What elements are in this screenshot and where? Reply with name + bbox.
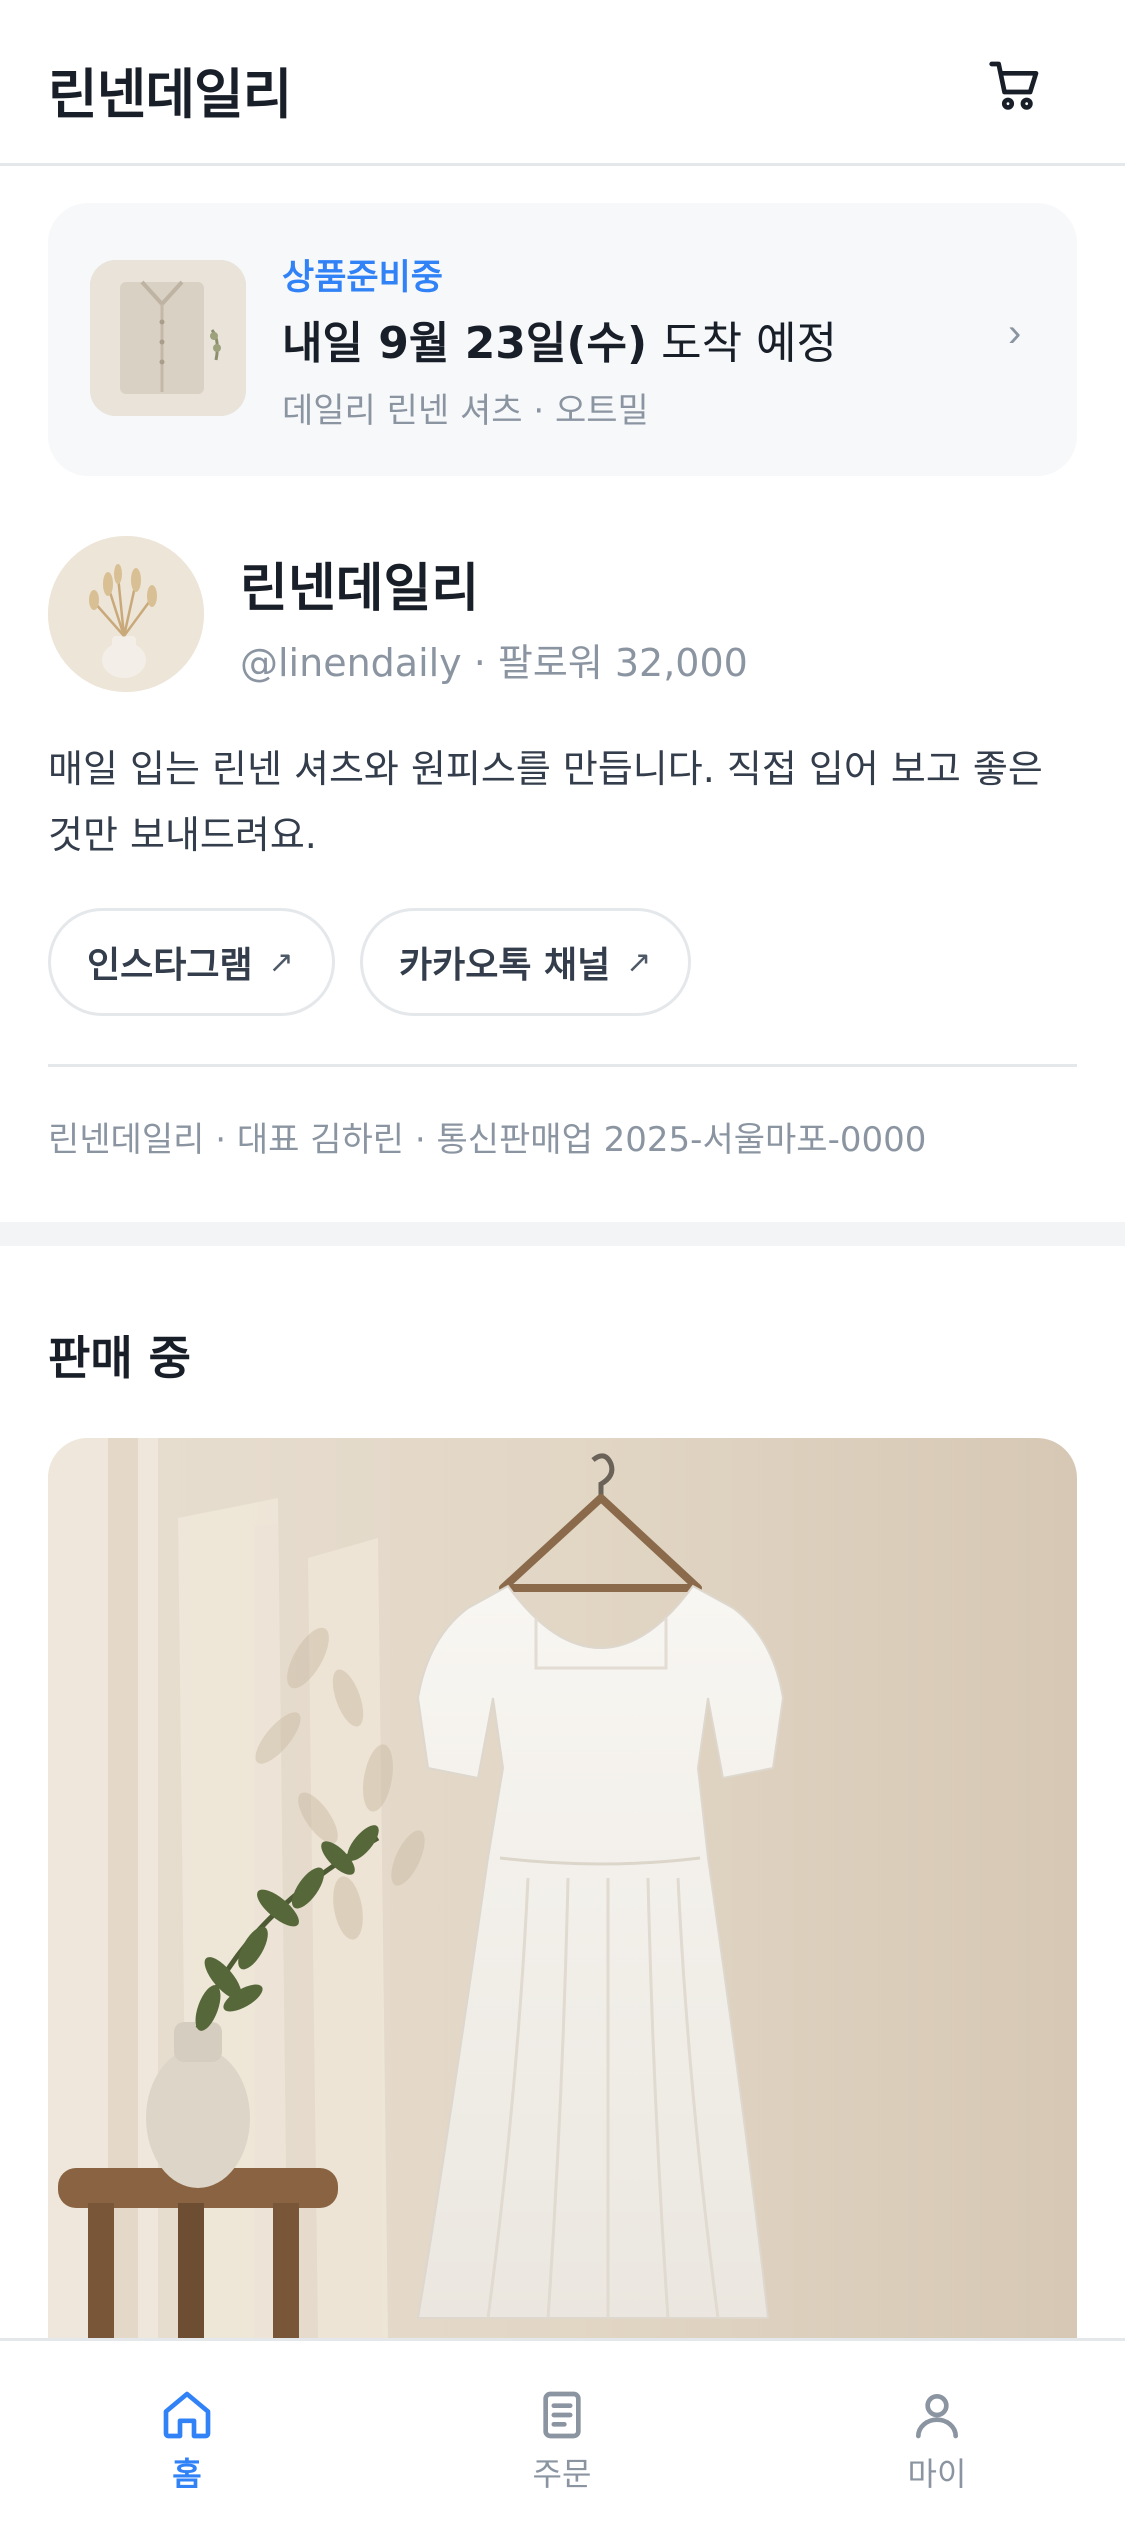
kakao-channel-link-label: 카카오톡 채널 — [399, 945, 611, 986]
delivery-eta-date: 내일 9월 23일(수) — [282, 318, 648, 369]
tab-home-label: 홈 — [172, 2455, 202, 2493]
shop-handle-followers: @linendaily · 팔로워 32,000 — [240, 641, 748, 685]
delivery-item-name: 데일리 린넨 셔츠 · 오트밀 — [282, 391, 649, 431]
delivery-eta: 내일 9월 23일(수) 도착 예정 — [282, 307, 837, 371]
instagram-link-label: 인스타그램 — [87, 945, 253, 986]
cart-button[interactable] — [980, 50, 1050, 120]
shop-name: 린넨데일리 — [240, 559, 480, 619]
tab-home[interactable]: 홈 — [87, 2341, 287, 2493]
business-info: 린넨데일리 · 대표 김하린 · 통신판매업 2025-서울마포-0000 — [48, 1120, 927, 1160]
delivery-product-thumbnail — [90, 260, 246, 416]
instagram-link-button[interactable]: 인스타그램 ↗ — [48, 908, 335, 1016]
delivery-status-card[interactable]: 상품준비중 내일 9월 23일(수) 도착 예정 데일리 린넨 셔츠 · 오트밀… — [48, 203, 1077, 476]
shop-avatar — [48, 536, 204, 692]
section-separator — [0, 1222, 1125, 1246]
cart-icon — [989, 61, 1039, 110]
product-image[interactable] — [48, 1438, 1077, 2338]
external-link-icon: ↗ — [268, 944, 294, 980]
order-status-label: 상품준비중 — [282, 258, 444, 298]
divider — [48, 1064, 1077, 1067]
document-icon — [532, 2387, 592, 2443]
chevron-right-icon: › — [1008, 311, 1022, 355]
app-title: 린넨데일리 — [48, 63, 292, 126]
shop-description: 매일 입는 린넨 셔츠와 원피스를 만듭니다. 직접 입어 보고 좋은 것만 보… — [48, 747, 1043, 857]
section-title-selling: 판매 중 — [48, 1331, 191, 1385]
kakao-channel-link-button[interactable]: 카카오톡 채널 ↗ — [360, 908, 691, 1016]
external-link-icon: ↗ — [626, 944, 652, 980]
delivery-eta-suffix: 도착 예정 — [647, 318, 838, 369]
home-icon — [157, 2387, 217, 2443]
bottom-tab-bar: 홈 주문 마이 — [0, 2338, 1125, 2532]
tab-my-label: 마이 — [907, 2455, 967, 2493]
person-icon — [907, 2387, 967, 2443]
tab-my[interactable]: 마이 — [837, 2341, 1037, 2493]
app-header: 린넨데일리 — [0, 0, 1125, 166]
tab-orders-label: 주문 — [532, 2455, 592, 2493]
tab-orders[interactable]: 주문 — [462, 2341, 662, 2493]
